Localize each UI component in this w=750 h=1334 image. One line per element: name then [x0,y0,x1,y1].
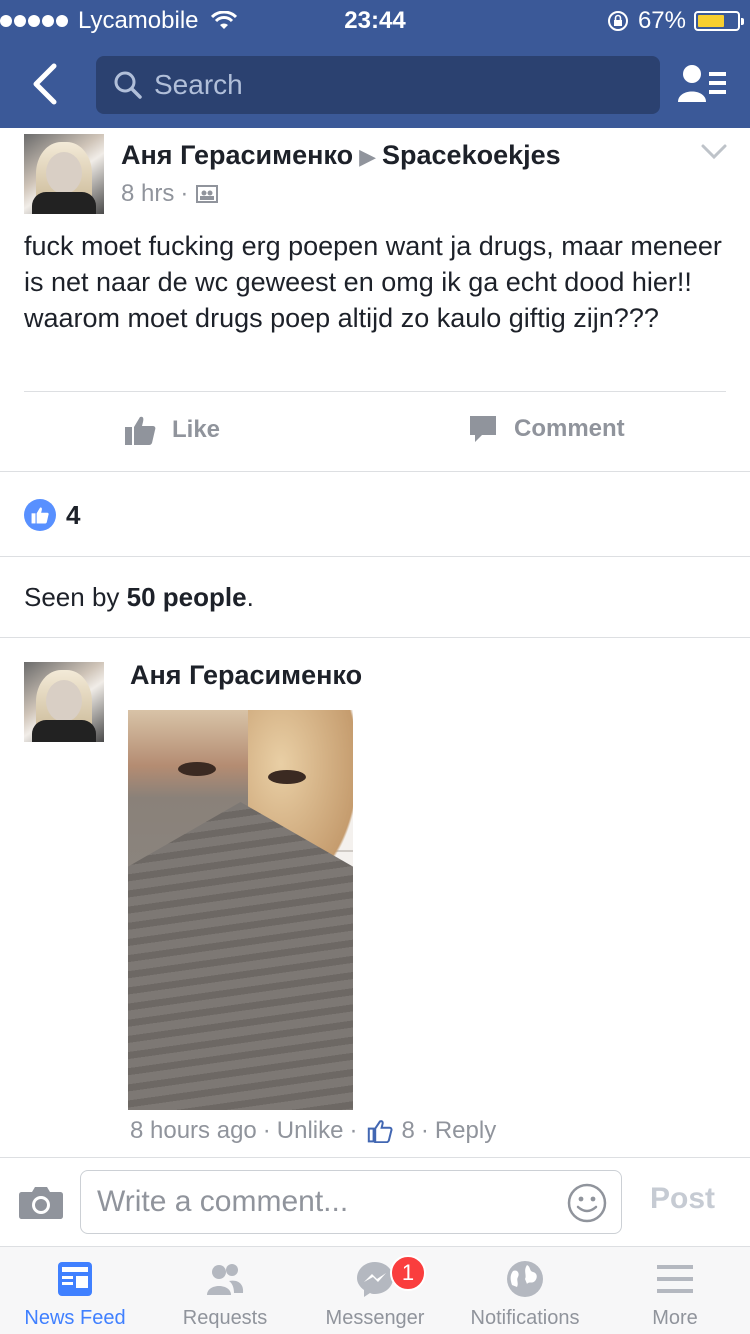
post-options-chevron-icon[interactable] [700,142,728,162]
battery-icon [694,11,744,31]
post-group-name[interactable]: Spacekoekjes [382,140,561,170]
tab-requests[interactable]: Requests [150,1247,300,1334]
tab-more[interactable]: More [600,1247,750,1334]
like-label: Like [172,416,221,443]
comment-time: 8 hours ago [130,1117,257,1144]
comment-bubble-icon [470,416,496,442]
like-reaction-icon [24,499,56,531]
search-bar[interactable] [96,56,660,114]
seen-by[interactable]: Seen by 50 people. [24,582,254,613]
divider [0,556,750,557]
tab-label: News Feed [24,1307,126,1329]
meta-separator: · [420,1117,429,1144]
rotation-lock-icon [607,11,628,31]
comment-label: Comment [514,415,625,442]
tab-label: Notifications [470,1307,580,1329]
globe-icon [507,1261,543,1297]
comment-likes-count[interactable]: 8 [401,1117,414,1145]
comment-input-box[interactable] [80,1170,622,1234]
like-button[interactable]: Like [124,414,220,446]
unlike-link[interactable]: Unlike [277,1117,344,1145]
tab-label: More [652,1307,698,1329]
messenger-icon [357,1262,393,1297]
messenger-badge: 1 [390,1255,426,1291]
tab-news-feed[interactable]: News Feed [0,1247,150,1334]
thumbs-up-icon [125,416,156,445]
divider [0,637,750,638]
search-input[interactable] [154,69,634,101]
comment-photo[interactable] [128,710,353,1110]
comment-author-name[interactable]: Аня Герасименко [130,660,362,691]
seen-suffix: . [246,582,254,612]
post-author-line: Аня Герасименко ▶ Spacekoekjes [121,140,561,171]
menu-icon [657,1265,693,1293]
meta-separator: · [349,1117,358,1144]
tab-bar: News Feed Requests 1 Messenger Notificat… [0,1246,750,1334]
post-meta: 8 hrs · [121,180,219,208]
tab-messenger[interactable]: 1 Messenger [300,1247,450,1334]
sticker-emoji-icon[interactable] [567,1183,607,1223]
status-bar: Lycamobile 23:44 67% [0,0,750,40]
divider [24,391,726,392]
meta-separator: · [262,1117,271,1144]
news-feed-icon [58,1262,92,1296]
back-chevron-icon[interactable] [28,62,62,106]
post-time[interactable]: 8 hrs [121,180,174,208]
post-author-name[interactable]: Аня Герасименко [121,140,353,170]
reactions-row[interactable]: 4 [24,499,80,531]
comment-input[interactable] [97,1185,557,1219]
likes-count: 4 [66,499,81,530]
group-audience-icon [196,185,219,203]
divider [0,471,750,472]
seen-prefix: Seen by [24,582,127,612]
commenter-avatar[interactable] [24,662,104,742]
post-comment-button[interactable]: Post [650,1182,715,1216]
friends-list-icon[interactable] [676,62,728,104]
requests-icon [207,1264,244,1295]
camera-icon[interactable] [18,1184,64,1220]
share-arrow-icon: ▶ [359,144,377,169]
tab-label: Requests [182,1307,268,1329]
seen-count: 50 people [126,582,247,612]
battery-percent: 67% [637,7,686,34]
reply-link[interactable]: Reply [435,1117,496,1145]
comment-like-icon [368,1120,393,1143]
comment-composer: Post [0,1157,750,1245]
tab-label: Messenger [325,1307,425,1329]
meta-separator: · [180,180,189,207]
search-icon [114,71,142,99]
author-avatar[interactable] [24,134,104,214]
top-bar: Lycamobile 23:44 67% [0,0,750,128]
tab-notifications[interactable]: Notifications [450,1247,600,1334]
comment-meta: 8 hours ago · Unlike · 8 · Reply [130,1117,496,1145]
comment-button[interactable]: Comment [468,414,625,444]
post-text: fuck moet fucking erg poepen want ja dru… [24,231,722,333]
